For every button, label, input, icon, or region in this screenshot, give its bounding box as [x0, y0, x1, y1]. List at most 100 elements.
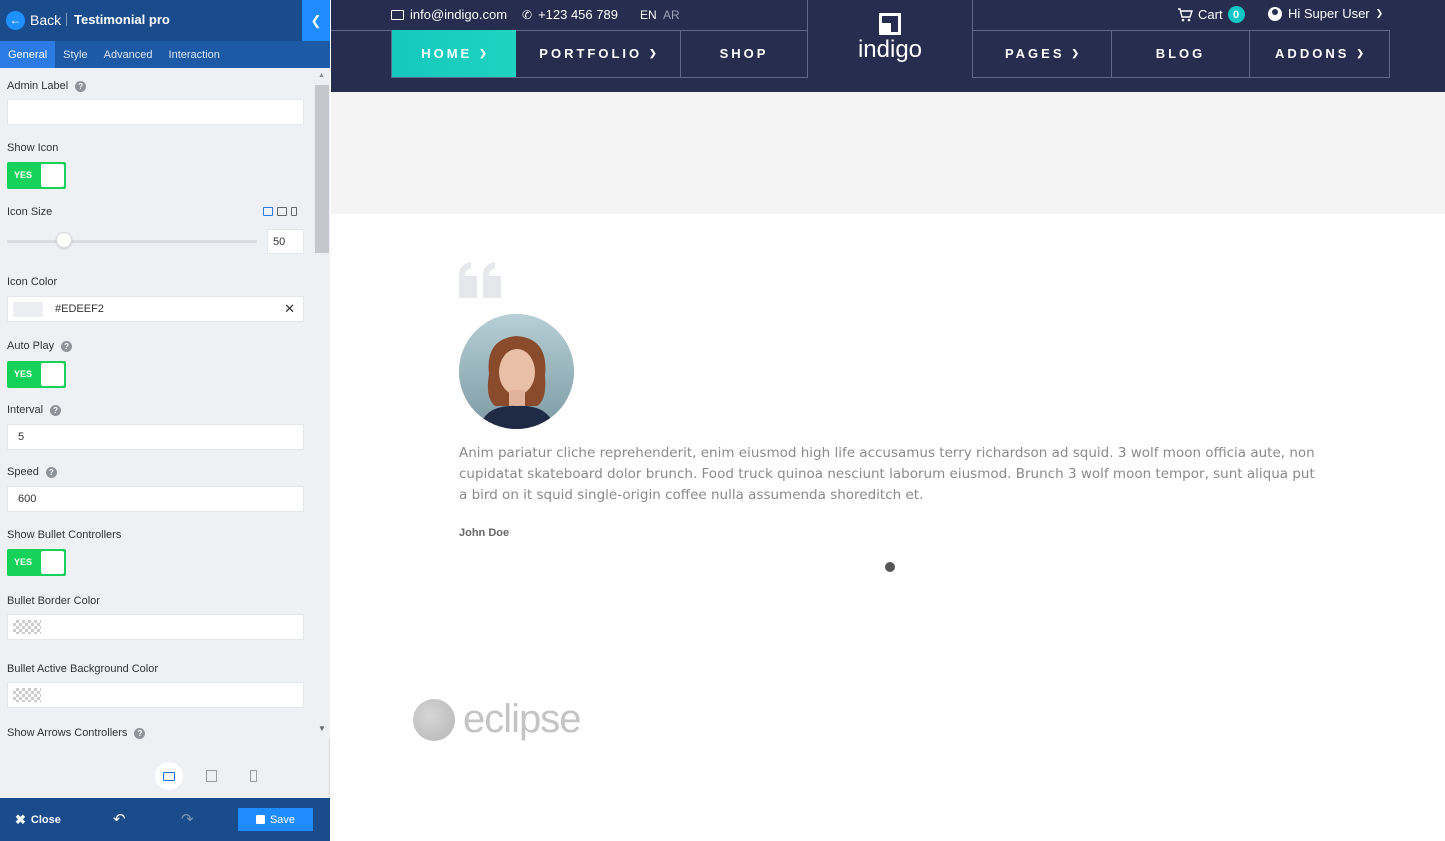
show-bullets-toggle[interactable]: YES: [7, 549, 66, 576]
nav-home[interactable]: HOME ❯: [392, 30, 516, 77]
bullet-active-bg-input[interactable]: [7, 682, 304, 708]
transparent-swatch[interactable]: [13, 688, 41, 702]
interval-label: Interval ?: [7, 404, 62, 416]
nav-border-bottom-left: [391, 77, 808, 78]
nav-blog[interactable]: BLOG: [1112, 30, 1249, 77]
nav-addons[interactable]: ADDONS ❯: [1250, 30, 1389, 77]
contact-email[interactable]: info@indigo.com: [391, 7, 507, 22]
save-button[interactable]: Save: [238, 808, 313, 831]
undo-icon[interactable]: ↶: [113, 810, 126, 828]
floppy-disk-icon: [255, 815, 265, 824]
tab-general[interactable]: General: [0, 41, 56, 68]
tablet-preview-button[interactable]: [197, 762, 225, 790]
close-icon: ✖: [15, 812, 26, 827]
scroll-down-icon[interactable]: ▼: [318, 724, 326, 733]
cart-icon: [1178, 7, 1193, 21]
language-ar[interactable]: AR: [663, 8, 680, 22]
nav-divider: [1389, 30, 1390, 77]
panel-tabs: General Style Advanced Interaction: [0, 41, 330, 68]
back-button[interactable]: ← Back: [6, 9, 61, 31]
icon-size-input[interactable]: 50: [267, 229, 304, 254]
avatar: [459, 314, 574, 429]
chevron-down-icon: ❯: [1356, 48, 1364, 58]
icon-color-input[interactable]: #EDEEF2 ✕: [7, 296, 304, 322]
help-icon[interactable]: ?: [134, 727, 146, 739]
help-icon[interactable]: ?: [75, 80, 87, 92]
transparent-swatch[interactable]: [13, 620, 41, 634]
language-en[interactable]: EN: [640, 8, 657, 22]
tab-style[interactable]: Style: [55, 41, 95, 68]
clear-icon[interactable]: ✕: [284, 301, 295, 317]
show-icon-toggle[interactable]: YES: [7, 162, 66, 189]
auto-play-toggle[interactable]: YES: [7, 361, 66, 388]
admin-label-input[interactable]: [7, 99, 304, 125]
envelope-icon: [391, 9, 404, 20]
icon-color-value: #EDEEF2: [55, 303, 104, 315]
redo-icon[interactable]: ↷: [181, 810, 194, 828]
show-arrows-label: Show Arrows Controllers ?: [7, 727, 146, 739]
admin-label-label: Admin Label ?: [7, 80, 87, 92]
testimonial-quote: Anim pariatur cliche reprehenderit, enim…: [459, 445, 1315, 503]
eclipse-logo-icon: [413, 698, 455, 741]
speed-label: Speed ?: [7, 466, 57, 478]
nav-pages[interactable]: PAGES ❯: [973, 30, 1111, 77]
cart-link[interactable]: Cart 0: [1177, 6, 1245, 23]
help-icon[interactable]: ?: [61, 340, 73, 352]
close-button[interactable]: ✖ Close: [15, 812, 61, 828]
settings-scrollbar[interactable]: ▲ ▼: [314, 68, 330, 738]
icon-size-slider-handle[interactable]: [56, 232, 72, 248]
mobile-preview-button[interactable]: [239, 762, 267, 790]
show-bullets-label: Show Bullet Controllers: [7, 529, 122, 541]
nav-portfolio[interactable]: PORTFOLIO ❯: [516, 30, 680, 77]
bullet-border-color-label: Bullet Border Color: [7, 595, 100, 607]
desktop-icon[interactable]: [263, 207, 273, 216]
bullet-border-color-input[interactable]: [7, 614, 304, 640]
portrait-image: [459, 314, 574, 429]
arrow-left-icon: ←: [6, 10, 25, 30]
tab-advanced[interactable]: Advanced: [96, 41, 161, 68]
desktop-icon: [163, 771, 175, 781]
panel-title: Testimonial pro: [74, 12, 170, 27]
desktop-preview-button[interactable]: [155, 762, 183, 790]
toggle-knob: [41, 551, 64, 574]
nav-border-bottom-right: [972, 77, 1390, 78]
editor-panel: ← Back Testimonial pro ❮ General Style A…: [0, 0, 330, 841]
responsive-device-switcher: [263, 207, 297, 216]
header-divider: [66, 13, 67, 26]
user-menu[interactable]: Hi Super User ❯: [1268, 6, 1383, 21]
nav-shop[interactable]: SHOP: [681, 30, 807, 77]
user-icon: [1268, 6, 1282, 21]
site-header: info@indigo.com ✆ +123 456 789 EN AR Car…: [331, 0, 1445, 92]
interval-input[interactable]: 5: [7, 424, 304, 450]
cart-count-badge: 0: [1227, 6, 1245, 23]
toggle-knob: [41, 363, 64, 386]
site-logo[interactable]: indigo: [808, 0, 972, 77]
speed-input[interactable]: 600: [7, 486, 304, 512]
color-swatch[interactable]: [13, 301, 43, 317]
contact-phone[interactable]: ✆ +123 456 789: [522, 7, 618, 22]
chevron-left-icon: ❮: [310, 12, 322, 28]
logo-icon: [879, 13, 901, 35]
scroll-up-icon[interactable]: ▲: [318, 72, 325, 79]
testimonial-author: John Doe: [459, 527, 510, 539]
scrollbar-thumb[interactable]: [315, 85, 329, 253]
help-icon[interactable]: ?: [50, 404, 62, 416]
tablet-icon[interactable]: [277, 207, 287, 216]
client-logo: eclipse: [413, 697, 582, 742]
preview-device-switcher: [155, 762, 267, 790]
collapse-panel-button[interactable]: ❮: [302, 0, 330, 41]
help-icon[interactable]: ?: [45, 466, 57, 478]
quote-icon: [459, 262, 501, 298]
icon-size-slider-track[interactable]: [7, 240, 257, 243]
panel-header: ← Back Testimonial pro ❮: [0, 0, 330, 41]
icon-color-label: Icon Color: [7, 276, 58, 288]
chevron-down-icon: ❯: [1071, 48, 1080, 58]
auto-play-label: Auto Play ?: [7, 340, 73, 352]
tab-interaction[interactable]: Interaction: [161, 41, 228, 68]
chevron-down-icon: ❯: [1375, 8, 1384, 18]
chevron-down-icon: ❯: [479, 48, 487, 58]
bullet-active-bg-label: Bullet Active Background Color: [7, 663, 159, 675]
carousel-bullet[interactable]: [885, 562, 895, 572]
mobile-icon[interactable]: [291, 207, 297, 216]
tablet-icon: [205, 770, 217, 782]
